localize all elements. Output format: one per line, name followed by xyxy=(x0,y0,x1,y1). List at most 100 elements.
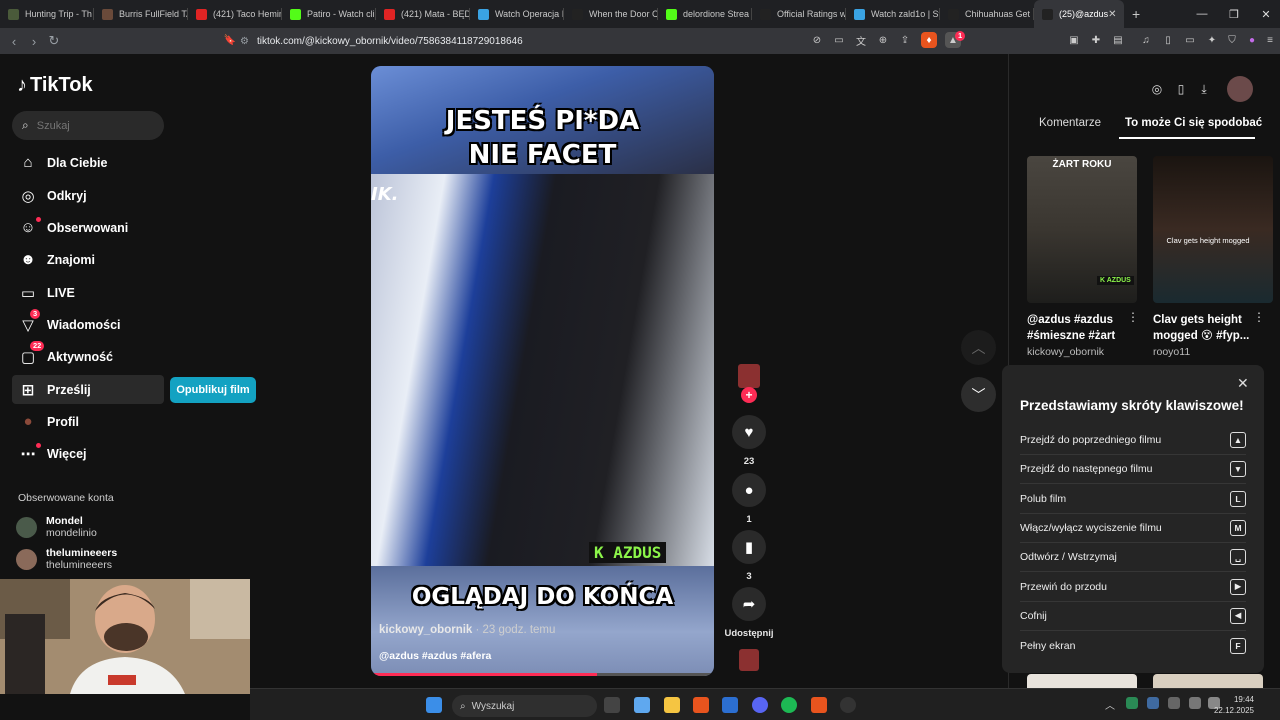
music-disc-icon[interactable] xyxy=(739,649,759,671)
sidebar-item-wi-cej[interactable]: ⋯ Więcej xyxy=(12,439,164,468)
more-options-icon[interactable]: ⋮ xyxy=(1127,310,1139,324)
tray-network-icon[interactable] xyxy=(1189,697,1201,709)
browser-tab[interactable]: Burris FullField TA xyxy=(94,0,188,28)
sidebar-item-profil[interactable]: ● Profil xyxy=(12,407,164,436)
sidebar-toggle-icon[interactable]: ▯ xyxy=(1160,32,1176,48)
browser-tab[interactable]: Watch Operacja I xyxy=(470,0,564,28)
store-icon[interactable] xyxy=(722,697,738,713)
recommended-thumb-1[interactable]: ŻART ROKU K AZDUS xyxy=(1027,156,1137,303)
tray-app-icon[interactable] xyxy=(1126,697,1138,709)
sidebar-item-live[interactable]: ▭ LIVE xyxy=(12,278,164,307)
video-progress-bar[interactable] xyxy=(371,673,714,676)
vpn-icon[interactable]: ⛉ xyxy=(1224,32,1240,48)
comment-icon[interactable]: ● xyxy=(732,473,766,507)
windows-start-icon[interactable] xyxy=(426,697,442,713)
taskbar-clock[interactable]: 19:44 22.12.2025 xyxy=(1214,694,1254,716)
recommended-thumb-2[interactable]: Clav gets height mogged xyxy=(1153,156,1273,303)
leo-ai-icon[interactable]: ✦ xyxy=(1204,32,1220,48)
sidebar-item-dla-ciebie[interactable]: ⌂ Dla Ciebie xyxy=(12,148,164,177)
spotify-icon[interactable] xyxy=(781,697,797,713)
back-icon[interactable]: ‹ xyxy=(4,31,24,51)
extension-3-icon[interactable]: ▤ xyxy=(1110,32,1126,48)
browser-tab[interactable]: (25)@azdus ✕ xyxy=(1034,0,1124,28)
zoom-icon[interactable]: ⊕ xyxy=(875,32,891,48)
download-icon[interactable]: ⤓ xyxy=(1194,79,1214,99)
search-input[interactable] xyxy=(36,119,147,132)
copilot-icon[interactable] xyxy=(634,697,650,713)
browser-tab[interactable]: When the Door C xyxy=(564,0,658,28)
compass-small-icon[interactable]: ◎ xyxy=(1147,79,1167,99)
bookmark-icon[interactable]: 🔖 xyxy=(222,32,238,48)
followed-account[interactable]: thelumineeers thelumineeers xyxy=(16,547,117,571)
video-author[interactable]: kickowy_obornik xyxy=(379,624,472,636)
browser-tab[interactable]: (421) Mata - BĘD xyxy=(376,0,470,28)
share-action[interactable]: ➦ Udostępnij xyxy=(724,587,774,639)
follow-plus-icon[interactable]: + xyxy=(741,387,757,403)
close-tab-icon[interactable]: ✕ xyxy=(1108,9,1116,20)
creator-avatar[interactable] xyxy=(738,364,760,388)
comment-action[interactable]: ● 1 xyxy=(731,473,767,525)
tray-cloud-icon[interactable] xyxy=(1147,697,1159,709)
cast-icon[interactable]: ▭ xyxy=(831,32,847,48)
discord-icon[interactable] xyxy=(752,697,768,713)
brave-active-icon[interactable] xyxy=(811,697,827,713)
tray-arrow-icon[interactable]: ︿ xyxy=(1105,697,1115,713)
close-icon[interactable]: ✕ xyxy=(1237,375,1249,392)
followed-account[interactable]: Mondel mondelinio xyxy=(16,515,97,539)
extensions-icon[interactable]: ✚ xyxy=(1088,32,1104,48)
brave-shield-icon[interactable]: ♦ xyxy=(921,32,937,48)
brave-taskbar-icon[interactable] xyxy=(693,697,709,713)
more-options-icon[interactable]: ⋮ xyxy=(1253,310,1265,324)
video-tags[interactable]: @azdus #azdus #afera xyxy=(379,650,491,662)
recommended-title-1[interactable]: @azdus #azdus #śmieszne #żart xyxy=(1027,312,1137,344)
maximize-icon[interactable]: ❐ xyxy=(1218,0,1250,28)
next-video-icon[interactable]: ﹀ xyxy=(961,377,996,412)
minimize-icon[interactable]: — xyxy=(1186,0,1218,28)
recommended-author-1[interactable]: kickowy_obornik xyxy=(1027,346,1104,358)
new-tab-button[interactable]: + xyxy=(1124,0,1148,28)
camera-off-icon[interactable]: ⊘ xyxy=(809,32,825,48)
publish-button[interactable]: Opublikuj film xyxy=(170,377,256,403)
sidebar-item-wiadomo-ci[interactable]: ▽ 3 Wiadomości xyxy=(12,309,164,339)
search-box[interactable]: ⌕ xyxy=(12,111,164,140)
tray-microphone-icon[interactable] xyxy=(1168,697,1180,709)
previous-video-icon[interactable]: ︿ xyxy=(961,330,996,365)
extension-1-icon[interactable]: ▣ xyxy=(1066,32,1082,48)
share-icon[interactable]: ⇪ xyxy=(897,32,913,48)
share-arrow-icon[interactable]: ➦ xyxy=(732,587,766,621)
close-window-icon[interactable]: ✕ xyxy=(1250,0,1280,28)
user-avatar-icon[interactable] xyxy=(1227,76,1253,102)
video-player[interactable]: JESTEŚ PI*DA NIE FACET IK. K AZDUS OGLĄD… xyxy=(371,66,714,676)
browser-tab[interactable]: Official Ratings w xyxy=(752,0,846,28)
sidebar-item-odkryj[interactable]: ◎ Odkryj xyxy=(12,181,164,210)
sidebar-item-znajomi[interactable]: ☻ Znajomi xyxy=(12,245,164,274)
site-info-icon[interactable]: ⚙ xyxy=(240,36,249,47)
browser-tab[interactable]: Watch zald1o | St xyxy=(846,0,940,28)
recommended-author-2[interactable]: rooyo11 xyxy=(1153,346,1190,358)
browser-tab[interactable]: Hunting Trip - Th xyxy=(0,0,94,28)
sidebar-item-prze-lij[interactable]: ⊞ Prześlij xyxy=(12,375,164,404)
heart-icon[interactable]: ♥ xyxy=(732,415,766,449)
browser-tab[interactable]: Patiro - Watch cli xyxy=(282,0,376,28)
browser-tab[interactable]: Chihuahuas Get I xyxy=(940,0,1034,28)
phone-icon[interactable]: ▯ xyxy=(1171,79,1191,99)
wallet-icon[interactable]: ▭ xyxy=(1182,32,1198,48)
forward-icon[interactable]: › xyxy=(24,31,44,51)
translate-icon[interactable]: 文 xyxy=(853,32,869,48)
bookmark-icon[interactable]: ▮ xyxy=(732,530,766,564)
profile-icon[interactable]: ● xyxy=(1244,32,1260,48)
browser-tab[interactable]: delordione Strea xyxy=(658,0,752,28)
task-view-icon[interactable] xyxy=(604,697,620,713)
sidebar-item-obserwowani[interactable]: ☺ Obserwowani xyxy=(12,213,164,242)
media-icon[interactable]: ♫ xyxy=(1138,32,1154,48)
menu-icon[interactable]: ≡ xyxy=(1262,32,1278,48)
save-action[interactable]: ▮ 3 xyxy=(731,530,767,582)
file-explorer-icon[interactable] xyxy=(664,697,680,713)
browser-tab[interactable]: (421) Taco Hemin xyxy=(188,0,282,28)
tiktok-logo[interactable]: ♪ TikTok xyxy=(17,74,93,97)
reload-icon[interactable]: ↻ xyxy=(44,31,64,51)
taskbar-search[interactable]: ⌕ Wyszukaj xyxy=(452,695,597,717)
sidebar-item-aktywno-[interactable]: ▢ 22 Aktywność xyxy=(12,341,164,371)
like-action[interactable]: ♥ 23 xyxy=(731,415,767,467)
tab-recommended[interactable]: To może Ci się spodobać xyxy=(1125,117,1262,129)
